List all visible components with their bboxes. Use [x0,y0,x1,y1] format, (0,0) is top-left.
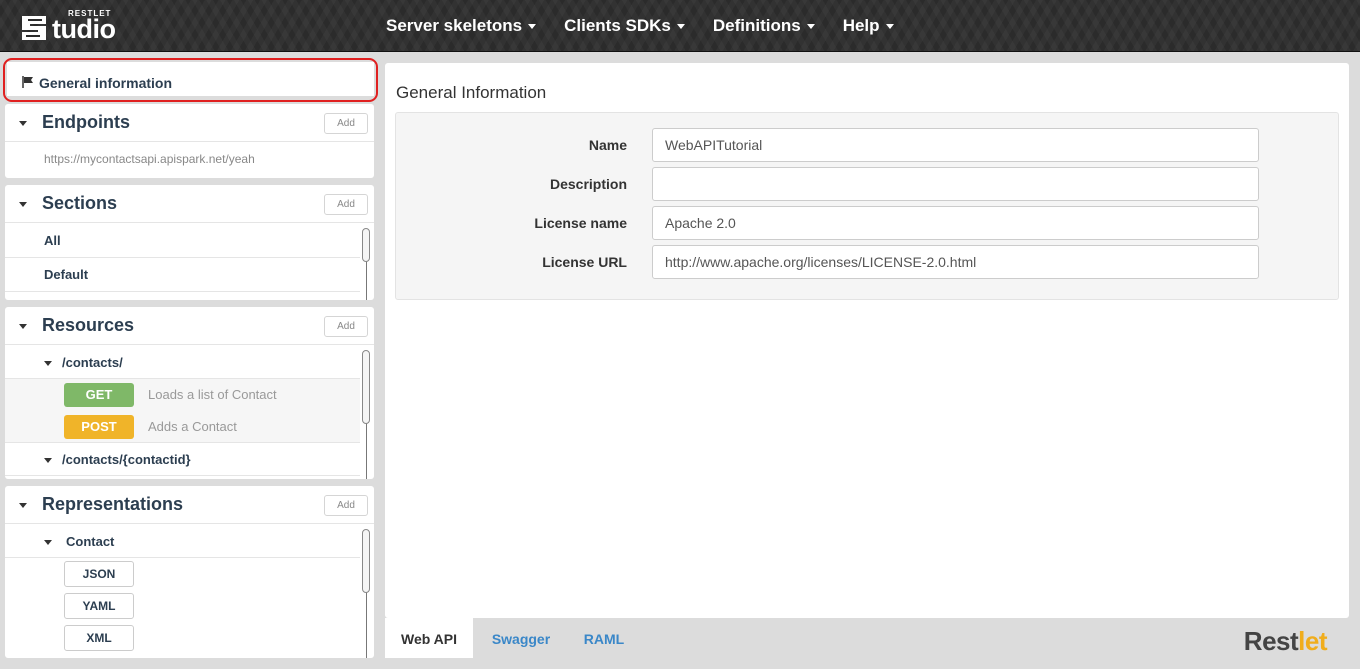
collapse-caret-icon[interactable] [19,121,27,126]
endpoint-url[interactable]: https://mycontactsapi.apispark.net/yeah [44,152,255,166]
top-navbar: RESTLET tudio Server skeletons Clients S… [0,0,1360,52]
add-representation-button[interactable]: Add [324,495,368,516]
section-label: All [44,233,61,248]
sections-header[interactable]: Sections Add [5,185,374,223]
general-information-item[interactable]: General information [3,58,378,102]
scroll-track [366,585,367,658]
resources-panel: Resources Add /contacts/ GET Loads a lis… [5,307,374,479]
description-field[interactable] [652,167,1259,201]
general-info-form: Name WebAPITutorial Description License … [395,112,1339,300]
method-row-post[interactable]: POST Adds a Contact [5,411,360,443]
representations-panel: Representations Add Contact JSON YAML XM… [5,486,374,658]
post-method-badge[interactable]: POST [64,415,134,439]
caret-down-icon [676,24,685,30]
format-row-json: JSON [5,558,360,590]
nav-label: Definitions [712,16,801,35]
json-format-button[interactable]: JSON [64,561,134,587]
resource-item-contactid[interactable]: /contacts/{contactid} [5,443,360,476]
resource-path: /contacts/ [62,355,123,370]
sections-scrollbar[interactable] [362,228,370,262]
format-row-xml: XML [5,622,360,654]
yaml-format-button[interactable]: YAML [64,593,134,619]
caret-down-icon [806,24,815,30]
license-url-field[interactable]: http://www.apache.org/licenses/LICENSE-2… [652,245,1259,279]
sections-panel: Sections Add All Default [5,185,374,300]
representation-name: Contact [66,534,115,549]
method-description: Adds a Contact [148,419,237,434]
logo-s-icon [22,16,46,40]
resources-scrollbar[interactable] [362,350,370,424]
collapse-caret-icon[interactable] [19,202,27,207]
section-item-all[interactable]: All [5,224,360,258]
section-label: Default [44,267,89,282]
scroll-track [366,416,367,479]
license-name-field[interactable]: Apache 2.0 [652,206,1259,240]
logo-brand-small: RESTLET [68,9,112,18]
format-row-yaml: YAML [5,590,360,622]
caret-down-icon [528,24,537,30]
general-information-body: General information [7,62,374,96]
resource-path: /contacts/{contactid} [62,452,191,467]
resources-header[interactable]: Resources Add [5,307,374,345]
add-section-button[interactable]: Add [324,194,368,215]
method-description: Loads a list of Contact [148,387,277,402]
nav-clients-sdks[interactable]: Clients SDKs [550,0,699,52]
nav-server-skeletons[interactable]: Server skeletons [372,0,550,52]
add-resource-button[interactable]: Add [324,316,368,337]
endpoints-panel: Endpoints Add https://mycontactsapi.apis… [5,104,374,178]
nav-help[interactable]: Help [829,0,908,52]
restlet-brand-logo: Restlet [1243,626,1328,657]
representation-item-contact[interactable]: Contact [5,525,360,558]
license-url-label: License URL [542,254,627,270]
main-content: General Information Name WebAPITutorial … [385,63,1349,618]
flag-icon [22,76,34,91]
brand-text: Rest [1243,626,1299,656]
resource-item-contacts[interactable]: /contacts/ [5,346,360,379]
representations-header[interactable]: Representations Add [5,486,374,524]
caret-down-icon [885,24,894,30]
bottom-tab-bar: Web API Swagger RAML Restlet [385,618,1349,658]
endpoints-title: Endpoints [42,112,130,132]
collapse-caret-icon[interactable] [44,540,52,545]
endpoints-header[interactable]: Endpoints Add [5,104,374,142]
nav-definitions[interactable]: Definitions [699,0,829,52]
nav-label: Clients SDKs [564,16,671,35]
tab-swagger[interactable]: Swagger [477,618,565,658]
collapse-caret-icon[interactable] [44,458,52,463]
collapse-caret-icon[interactable] [44,361,52,366]
scroll-track [366,260,367,300]
restlet-studio-logo[interactable]: RESTLET tudio [18,8,116,44]
xml-format-button[interactable]: XML [64,625,134,651]
name-field[interactable]: WebAPITutorial [652,128,1259,162]
main-nav: Server skeletons Clients SDKs Definition… [372,0,908,52]
sections-title: Sections [42,193,118,213]
representations-title: Representations [42,494,184,514]
resources-title: Resources [42,315,135,335]
license-name-label: License name [534,215,627,231]
collapse-caret-icon[interactable] [19,324,27,329]
representations-scrollbar[interactable] [362,529,370,593]
tab-raml[interactable]: RAML [565,618,643,658]
get-method-badge[interactable]: GET [64,383,134,407]
general-information-label: General information [39,75,173,91]
brand-text-accent: let [1298,626,1327,656]
name-label: Name [588,137,627,153]
page-title: General Information [396,83,547,102]
logo-text: tudio [52,14,116,44]
method-row-get[interactable]: GET Loads a list of Contact [5,379,360,411]
nav-label: Server skeletons [386,16,523,35]
sections-list: All Default [5,224,374,300]
collapse-caret-icon[interactable] [19,503,27,508]
resources-list: /contacts/ GET Loads a list of Contact P… [5,346,374,479]
nav-label: Help [842,16,880,35]
representations-list: Contact JSON YAML XML [5,525,374,658]
description-label: Description [549,176,627,192]
tab-web-api[interactable]: Web API [385,618,473,658]
section-item-default[interactable]: Default [5,258,360,292]
add-endpoint-button[interactable]: Add [324,113,368,134]
